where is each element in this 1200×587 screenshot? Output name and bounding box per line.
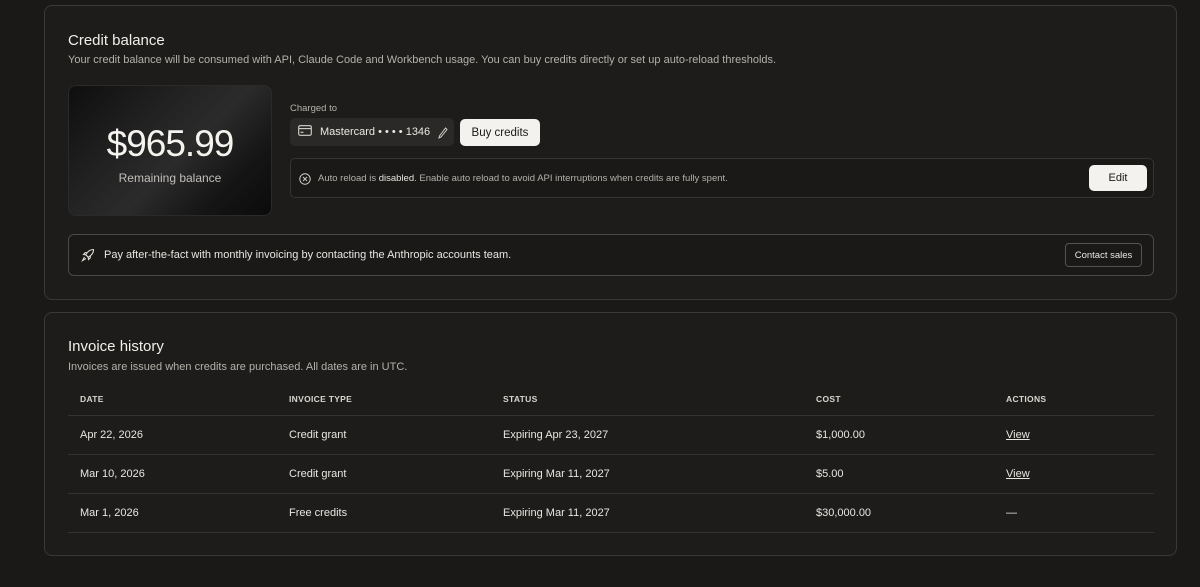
credit-balance-description: Your credit balance will be consumed wit… (68, 54, 777, 66)
invoice-history-card: Invoice history Invoices are issued when… (44, 312, 1177, 556)
monthly-invoicing-text: Pay after-the-fact with monthly invoicin… (104, 249, 512, 261)
credit-balance-card: Credit balance Your credit balance will … (44, 5, 1177, 300)
monthly-invoicing-banner: Pay after-the-fact with monthly invoicin… (68, 234, 1154, 276)
contact-sales-button[interactable]: Contact sales (1065, 243, 1142, 267)
table-header: DATE INVOICE TYPE STATUS COST ACTIONS (68, 385, 1154, 416)
column-header-invoice-type: INVOICE TYPE (289, 394, 353, 404)
no-action-dash: — (1006, 507, 1017, 519)
view-invoice-link[interactable]: View (1006, 468, 1030, 480)
auto-reload-prefix: Auto reload is (318, 173, 379, 184)
column-header-status: STATUS (503, 394, 538, 404)
column-header-cost: COST (816, 394, 841, 404)
buy-credits-button[interactable]: Buy credits (460, 119, 540, 146)
invoice-history-description: Invoices are issued when credits are pur… (68, 361, 408, 373)
circle-x-icon (299, 172, 311, 190)
balance-amount: $965.99 (106, 123, 235, 164)
table-row: Mar 10, 2026 Credit grant Expiring Mar 1… (68, 455, 1154, 494)
invoice-date: Mar 1, 2026 (80, 507, 139, 519)
auto-reload-text: Auto reload is disabled. Enable auto rel… (318, 173, 728, 184)
view-invoice-link[interactable]: View (1006, 429, 1030, 441)
balance-label: Remaining balance (118, 171, 222, 185)
invoice-cost: $5.00 (816, 468, 844, 480)
invoice-status: Expiring Mar 11, 2027 (503, 468, 610, 480)
invoice-date: Apr 22, 2026 (80, 429, 143, 441)
auto-reload-state: disabled (378, 173, 415, 184)
invoice-cost: $30,000.00 (816, 507, 872, 519)
rocket-icon (81, 248, 95, 267)
credit-card-icon (298, 123, 312, 141)
auto-reload-suffix: . Enable auto reload to avoid API interr… (414, 173, 728, 184)
table-row: Mar 1, 2026 Free credits Expiring Mar 11… (68, 494, 1154, 533)
invoice-date: Mar 10, 2026 (80, 468, 145, 480)
credit-balance-title: Credit balance (68, 32, 165, 49)
invoice-type: Free credits (289, 507, 348, 519)
invoice-status: Expiring Apr 23, 2027 (503, 429, 609, 441)
invoice-status: Expiring Mar 11, 2027 (503, 507, 610, 519)
payment-method-label: Mastercard • • • • 1346 (320, 126, 431, 138)
payment-method-selector[interactable]: Mastercard • • • • 1346 (290, 118, 454, 146)
auto-reload-banner: Auto reload is disabled. Enable auto rel… (290, 158, 1154, 198)
invoice-type: Credit grant (289, 429, 347, 441)
table-row: Apr 22, 2026 Credit grant Expiring Apr 2… (68, 416, 1154, 455)
column-header-date: DATE (80, 394, 104, 404)
edit-auto-reload-button[interactable]: Edit (1089, 165, 1147, 191)
pencil-icon[interactable] (438, 126, 448, 144)
invoice-type: Credit grant (289, 468, 347, 480)
invoice-history-title: Invoice history (68, 338, 164, 355)
invoice-cost: $1,000.00 (816, 429, 865, 441)
balance-display: $965.99 Remaining balance (68, 85, 272, 216)
charged-to-label: Charged to (290, 103, 338, 114)
column-header-actions: ACTIONS (1006, 394, 1047, 404)
invoice-table: DATE INVOICE TYPE STATUS COST ACTIONS Ap… (68, 385, 1154, 533)
